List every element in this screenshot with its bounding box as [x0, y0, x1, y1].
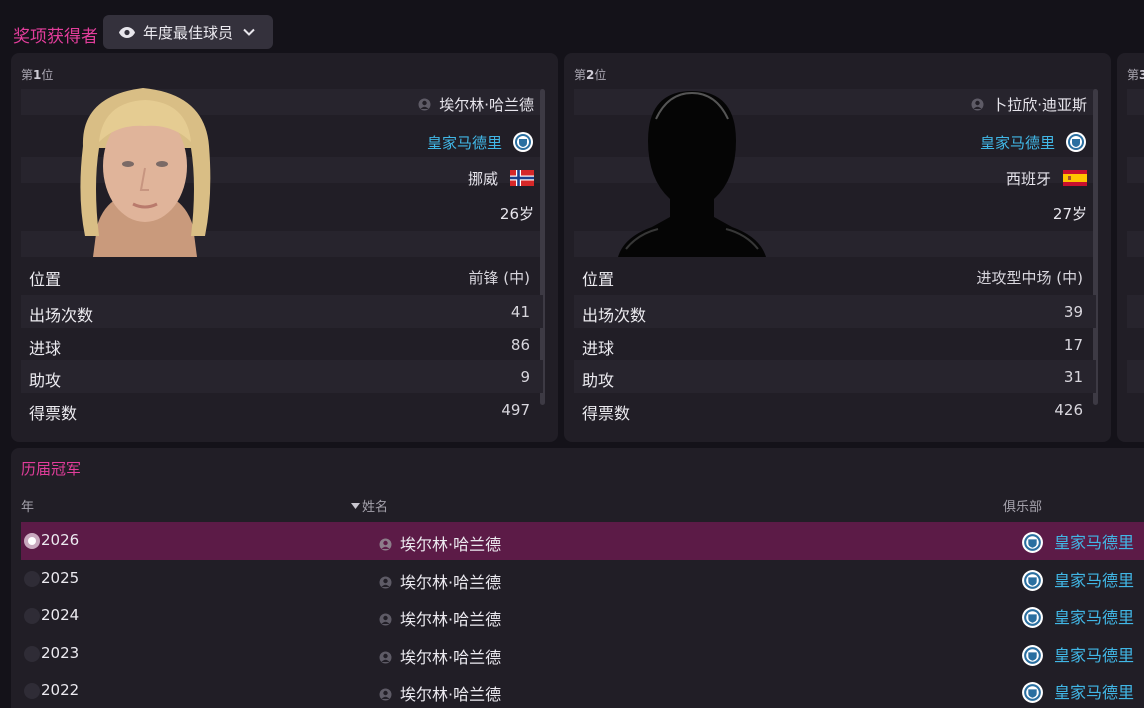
norway-flag-icon	[510, 170, 534, 186]
player-name[interactable]: 埃尔林·哈兰德	[418, 94, 534, 115]
history-row[interactable]: 2026 埃尔林·哈兰德 皇家马德里	[21, 522, 1144, 560]
winner-name[interactable]: 埃尔林·哈兰德	[379, 531, 501, 555]
person-icon	[971, 98, 984, 111]
row-select-radio[interactable]	[24, 571, 40, 587]
column-header-year[interactable]: 年	[21, 496, 34, 515]
stat-row-appearances: 出场次数 41	[21, 295, 543, 328]
stat-row-goals: 进球 17	[582, 336, 1083, 358]
row-select-radio[interactable]	[24, 683, 40, 699]
past-winners-title: 历届冠军	[21, 460, 82, 478]
winner-club[interactable]: 皇家马德里	[1021, 604, 1134, 629]
column-header-club[interactable]: 俱乐部	[1003, 496, 1042, 515]
nationality[interactable]: 西班牙	[1006, 168, 1087, 189]
history-row[interactable]: 2024 埃尔林·哈兰德 皇家马德里	[21, 597, 1144, 635]
club-link[interactable]: 皇家马德里	[980, 131, 1087, 153]
club-badge-icon	[1022, 532, 1043, 553]
row-select-radio[interactable]	[24, 533, 40, 549]
person-icon	[379, 613, 392, 626]
club-badge-icon	[1066, 132, 1086, 152]
nationality[interactable]: 挪威	[468, 168, 534, 189]
stat-row-votes: 得票数 426	[582, 401, 1083, 423]
winner-club[interactable]: 皇家马德里	[1021, 529, 1134, 554]
stat-row-appearances: 出场次数 39	[574, 295, 1096, 328]
club-badge-icon	[1022, 682, 1043, 703]
player-age: 27岁	[1052, 205, 1087, 223]
sort-desc-icon	[351, 503, 360, 509]
stat-row-position: 位置 前锋 (中)	[29, 269, 530, 289]
stat-row-votes: 得票数 497	[29, 401, 530, 423]
person-icon	[418, 98, 431, 111]
rank-label: 第3位	[1127, 68, 1144, 82]
chevron-down-icon	[243, 28, 255, 36]
winner-name[interactable]: 埃尔林·哈兰德	[379, 569, 501, 593]
club-badge-icon	[1022, 645, 1043, 666]
winner-name[interactable]: 埃尔林·哈兰德	[379, 606, 501, 630]
person-icon	[379, 538, 392, 551]
player-age: 26岁	[499, 205, 534, 223]
stat-row-assists: 助攻 9	[21, 360, 543, 393]
stat-row-goals: 进球 86	[29, 336, 530, 358]
spain-flag-icon	[1063, 170, 1087, 186]
page-title: 奖项获得者	[13, 27, 98, 47]
club-badge-icon	[1022, 607, 1043, 628]
row-select-radio[interactable]	[24, 608, 40, 624]
award-dropdown-label: 年度最佳球员	[143, 23, 234, 42]
history-row[interactable]: 2022 埃尔林·哈兰德 皇家马德里	[21, 672, 1144, 708]
winner-card-2: 第2位 卜拉欣·迪亚斯 皇家马德里 西班牙 27岁 位置 进攻型中场 (中) 出…	[564, 53, 1111, 442]
eye-icon	[119, 26, 135, 38]
stat-row-position: 位置 进攻型中场 (中)	[582, 269, 1083, 289]
rank-label: 第2位	[574, 68, 607, 82]
club-badge-icon	[1022, 570, 1043, 591]
player-name[interactable]: 卜拉欣·迪亚斯	[971, 94, 1087, 115]
winner-card-3: 第3位	[1117, 53, 1144, 442]
person-icon	[379, 651, 392, 664]
player-photo[interactable]	[73, 86, 217, 257]
past-winners-panel: 历届冠军 年 姓名 俱乐部 2026 埃尔林·哈兰德 皇家马德里 2025 埃尔…	[11, 448, 1144, 708]
row-select-radio[interactable]	[24, 646, 40, 662]
winner-card-1: 第1位 埃尔林·哈兰德 皇家马德里 挪威 26岁 位置 前锋 (中) 出场次数 …	[11, 53, 558, 442]
winner-club[interactable]: 皇家马德里	[1021, 679, 1134, 704]
stat-row-assists: 助攻 31	[574, 360, 1096, 393]
club-link[interactable]: 皇家马德里	[427, 131, 534, 153]
winner-club[interactable]: 皇家马德里	[1021, 642, 1134, 667]
club-badge-icon	[513, 132, 533, 152]
history-row[interactable]: 2023 埃尔林·哈兰德 皇家马德里	[21, 635, 1144, 673]
column-header-name[interactable]: 姓名	[351, 496, 388, 515]
player-silhouette[interactable]	[618, 89, 766, 257]
person-icon	[379, 688, 392, 701]
person-icon	[379, 576, 392, 589]
winner-name[interactable]: 埃尔林·哈兰德	[379, 681, 501, 705]
history-row[interactable]: 2025 埃尔林·哈兰德 皇家马德里	[21, 560, 1144, 598]
winner-name[interactable]: 埃尔林·哈兰德	[379, 644, 501, 668]
award-dropdown[interactable]: 年度最佳球员	[103, 15, 273, 49]
rank-label: 第1位	[21, 68, 54, 82]
winner-club[interactable]: 皇家马德里	[1021, 567, 1134, 592]
